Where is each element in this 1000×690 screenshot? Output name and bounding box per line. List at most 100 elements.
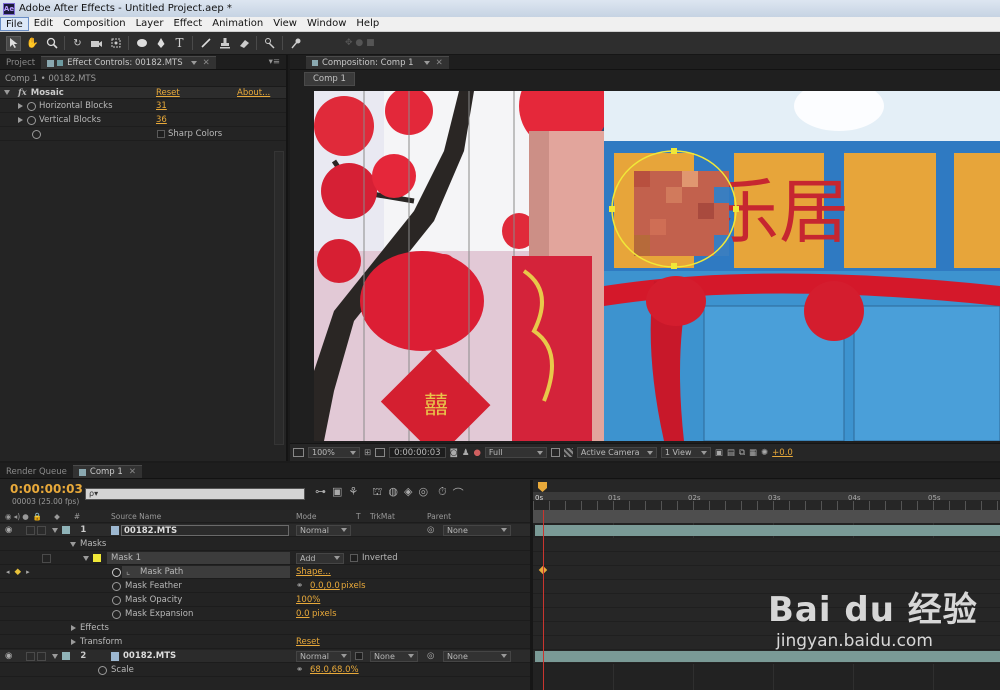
motion-blur-icon[interactable]: ◍ [388,485,398,501]
roto-brush-tool-icon[interactable] [262,36,277,51]
chevron-down-icon[interactable] [83,555,89,561]
solo-box[interactable] [26,525,36,535]
brush-tool-icon[interactable] [198,36,213,51]
mask-mode-dropdown[interactable]: Add [296,552,344,564]
mask-inverted-checkbox[interactable] [350,554,358,562]
col-mode[interactable]: Mode [296,512,316,521]
current-time-indicator[interactable] [538,482,547,492]
layer-1-duration-bar[interactable] [535,525,1000,536]
close-icon[interactable]: ✕ [203,58,210,68]
menu-view[interactable]: View [268,17,302,31]
reset-exposure-icon[interactable]: ▤ [727,448,735,458]
pickwhip-icon[interactable]: ◎ [427,525,434,535]
snapshot-icon[interactable]: ◙ [450,448,458,458]
frame-blending-icon[interactable]: ⛫ [372,485,382,501]
menu-help[interactable]: Help [351,17,384,31]
effect-controls-dropdown[interactable] [187,58,197,69]
solo-box[interactable] [26,651,36,661]
scale-value[interactable]: 68.0,68.0% [310,665,359,675]
tab-project[interactable]: Project [0,56,41,69]
ellipse-mask-tool-icon[interactable] [134,36,149,51]
lock-box[interactable] [37,525,47,535]
comp-flowchart-icon[interactable]: ⧉ [739,448,745,458]
col-source-name[interactable]: Source Name [111,512,161,521]
visibility-eye-icon[interactable]: ◉ [5,651,12,661]
search-input[interactable]: ρ▾ [85,488,305,500]
transparency-grid-icon[interactable] [375,448,386,457]
curve-icon[interactable]: ⌒ [453,485,464,501]
link-icon[interactable]: ⚭ [296,581,303,591]
viewer-timecode[interactable]: 0:00:00:03 [389,447,446,458]
auto-keyframe-icon[interactable]: ⏱ [438,485,447,501]
brainstorm-icon[interactable]: ◈ [404,485,412,501]
effects-group-row[interactable]: Effects [0,622,530,635]
chevron-down-icon[interactable] [4,90,10,95]
mask-solo-box[interactable] [42,553,51,563]
show-snapshot-icon[interactable]: ♟ [462,448,470,458]
stopwatch-icon[interactable] [112,595,121,605]
zoom-dropdown[interactable]: 100% [308,447,360,458]
views-dropdown[interactable]: 1 View [660,447,711,458]
mask-expansion-value[interactable]: 0.0 [296,609,310,619]
stopwatch-icon[interactable] [112,567,121,577]
lock-box[interactable] [37,651,47,661]
region-icon[interactable]: ⊞ [364,448,371,458]
stopwatch-icon[interactable] [27,115,36,125]
vertical-blocks-value[interactable]: 36 [156,115,167,125]
pen-tool-icon[interactable] [153,36,168,51]
layer-2-trkmat[interactable]: None [370,650,418,662]
layer-1-parent[interactable]: None [443,524,511,536]
chevron-down-icon[interactable] [52,653,59,659]
menu-edit[interactable]: Edit [29,17,58,31]
layer-1-mode[interactable]: Normal [296,524,351,536]
next-keyframe-icon[interactable]: ▸ [26,568,30,576]
eraser-tool-icon[interactable] [236,36,251,51]
fast-preview-icon[interactable] [550,448,560,457]
close-icon[interactable]: ✕ [129,467,136,477]
timeline-timecode[interactable]: 0:00:00:03 [10,482,83,496]
menu-animation[interactable]: Animation [207,17,268,31]
reset-link[interactable]: Reset [156,88,180,98]
camera-orbit-tool-icon[interactable] [89,36,104,51]
mask-color-swatch[interactable] [93,554,101,562]
layer-row-1[interactable]: ◉ 1 00182.MTS Normal ◎ None [0,524,530,537]
composition-dropdown[interactable] [420,58,430,69]
shy-layers-icon[interactable]: ⚘ [348,485,358,501]
preserve-transparency-checkbox[interactable] [355,652,363,660]
mask-path-row[interactable]: ◂ ◆ ▸ Mask Path ⌞ Shape... [0,566,530,579]
label-color-swatch[interactable] [62,652,71,660]
toggle-pixel-icon[interactable]: ▣ [715,448,723,458]
mask-1-row[interactable]: Mask 1 Add Inverted [0,552,530,565]
stopwatch-icon[interactable] [98,665,107,675]
layer-row-2[interactable]: ◉ 2 00182.MTS Normal None ◎ None [0,650,530,663]
chevron-right-icon[interactable] [18,117,23,123]
chevron-right-icon[interactable] [71,625,76,631]
mask-feather-value[interactable]: 0.0,0.0 [310,581,340,591]
layer-2-parent[interactable]: None [443,650,511,662]
sharp-colors-checkbox[interactable] [157,130,165,138]
timeline-icon[interactable]: ▦ [749,448,757,458]
menu-file[interactable]: File [0,17,29,31]
pickwhip-icon[interactable]: ◎ [427,651,434,661]
zoom-tool-icon[interactable] [44,36,59,51]
link-icon[interactable]: ⚭ [296,665,303,675]
close-icon[interactable]: ✕ [436,58,443,68]
stopwatch-icon[interactable] [32,129,41,139]
stopwatch-icon[interactable] [112,581,121,591]
chevron-down-icon[interactable] [52,527,59,533]
selection-tool-icon[interactable] [6,35,21,51]
resolution-dropdown[interactable]: Full [484,447,547,458]
menu-effect[interactable]: Effect [168,17,207,31]
visibility-eye-icon[interactable]: ◉ [5,525,12,535]
time-ruler[interactable]: 0s 01s 02s 03s 04s 05s [533,480,1000,510]
mask-opacity-value[interactable]: 100% [296,595,320,605]
chevron-right-icon[interactable] [18,103,23,109]
masks-group-row[interactable]: Masks [0,538,530,551]
comp-mini-flowchart-icon[interactable]: ⊶ [315,485,326,501]
stopwatch-icon[interactable] [112,609,121,619]
tab-composition[interactable]: Composition: Comp 1 ✕ [306,56,449,69]
layer-1-name[interactable]: 00182.MTS [121,524,289,536]
prev-keyframe-icon[interactable]: ◂ [6,568,10,576]
tab-render-queue[interactable]: Render Queue [0,465,73,478]
col-parent[interactable]: Parent [427,512,451,521]
